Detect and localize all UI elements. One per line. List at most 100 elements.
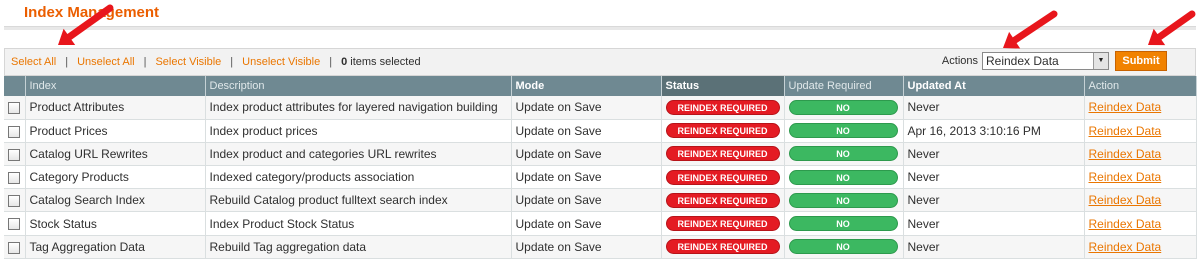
cell-update-required: NO [784,119,904,143]
unselect-all-link[interactable]: Unselect All [77,56,134,68]
cell-index: Product Prices [25,119,206,143]
cell-updated-at: Never [903,165,1085,190]
cell-mode: Update on Save [511,188,662,213]
cell-update-required: NO [784,165,904,190]
cell-checkbox [4,165,26,190]
cell-index: Product Attributes [29,100,125,115]
cell-description: Rebuild Tag aggregation data [205,235,512,259]
cell-description: Indexed category/products association [205,165,512,190]
cell-status: REINDEX REQUIRED [661,165,785,190]
status-badge: REINDEX REQUIRED [665,192,780,208]
selected-count: 0 items selected [341,56,421,68]
select-visible-link[interactable]: Select Visible [155,56,221,68]
cell-mode: Update on Save [515,170,602,185]
cell-index: Tag Aggregation Data [29,239,145,254]
cell-updated-at: Never [907,193,940,208]
actions-select-value: Reindex Data [986,54,1059,68]
status-badge: REINDEX REQUIRED [665,239,780,255]
table-row[interactable]: Product Prices Index product prices Update… [4,119,1197,143]
cell-index: Product Attributes [25,96,206,120]
cell-action: Reindex Data [1084,211,1197,236]
cell-index: Catalog Search Index [25,188,206,213]
cell-mode: Update on Save [515,146,602,161]
unselect-visible-link[interactable]: Unselect Visible [242,56,320,68]
cell-updated-at: Never [903,188,1085,213]
actions-select[interactable]: Reindex Data ▼ [982,52,1109,70]
cell-updated-at: Never [903,211,1085,236]
separator: | [329,56,333,68]
cell-description: Index product prices [209,123,318,138]
status-badge: REINDEX REQUIRED [665,99,780,115]
reindex-data-link[interactable]: Reindex Data [1089,124,1162,138]
row-checkbox[interactable] [8,241,20,254]
status-badge: REINDEX REQUIRED [665,146,780,162]
chevron-down-icon[interactable]: ▼ [1093,53,1108,69]
cell-mode: Update on Save [511,96,662,120]
status-badge: REINDEX REQUIRED [665,123,780,139]
select-all-link[interactable]: Select All [11,56,56,68]
cell-checkbox [4,142,26,167]
status-badge: REINDEX REQUIRED [665,169,780,185]
cell-action: Reindex Data [1084,165,1197,190]
reindex-data-link[interactable]: Reindex Data [1089,240,1162,254]
row-checkbox[interactable] [8,102,20,115]
table-row[interactable]: Stock Status Index Product Stock Status Up… [4,211,1197,236]
cell-status: REINDEX REQUIRED [661,119,785,143]
update-required-badge: NO [788,146,898,162]
cell-status: REINDEX REQUIRED [661,142,785,167]
status-badge: REINDEX REQUIRED [665,216,780,232]
cell-update-required: NO [784,235,904,259]
cell-index: Category Products [25,165,206,190]
table-row[interactable]: Catalog URL Rewrites Index product and ca… [4,142,1197,167]
title-divider [4,26,1196,30]
cell-mode: Update on Save [515,216,602,231]
table-row[interactable]: Product Attributes Index product attribut… [4,96,1197,120]
cell-updated-at: Never [903,235,1085,259]
grid-body: Product Attributes Index product attribut… [4,96,1197,259]
cell-checkbox [4,96,26,120]
reindex-data-link[interactable]: Reindex Data [1089,193,1162,207]
cell-updated-at: Apr 16, 2013 3:10:16 PM [907,123,1041,138]
cell-update-required: NO [784,96,904,120]
submit-button[interactable]: Submit [1115,51,1167,71]
header-update-required[interactable]: Update Required [784,76,904,96]
massaction-bar: Select All | Unselect All | Select Visib… [4,48,1196,76]
reindex-data-link[interactable]: Reindex Data [1089,147,1162,161]
row-checkbox[interactable] [8,218,20,231]
row-checkbox[interactable] [8,125,20,138]
separator: | [65,56,69,68]
table-row[interactable]: Catalog Search Index Rebuild Catalog prod… [4,188,1197,213]
header-description[interactable]: Description [205,76,512,96]
header-index[interactable]: Index [25,76,206,96]
cell-status: REINDEX REQUIRED [661,188,785,213]
reindex-data-link[interactable]: Reindex Data [1089,100,1162,114]
cell-mode: Update on Save [511,211,662,236]
cell-description: Rebuild Catalog product fulltext search … [205,188,512,213]
cell-checkbox [4,119,26,143]
row-checkbox[interactable] [8,148,20,161]
cell-updated-at: Never [907,146,940,161]
cell-status: REINDEX REQUIRED [661,211,785,236]
actions-label: Actions [941,55,978,67]
cell-description: Index product and categories URL rewrite… [205,142,512,167]
cell-update-required: NO [784,142,904,167]
table-row[interactable]: Category Products Indexed category/produc… [4,165,1197,190]
update-required-badge: NO [788,216,898,232]
cell-mode: Update on Save [515,239,602,254]
header-status[interactable]: Status [661,76,785,96]
index-grid: Index Description Mode Status Update Req… [4,76,1197,259]
header-updated-at[interactable]: Updated At [903,76,1085,96]
reindex-data-link[interactable]: Reindex Data [1089,217,1162,231]
cell-description: Rebuild Tag aggregation data [209,239,367,254]
row-checkbox[interactable] [8,171,20,184]
cell-mode: Update on Save [515,123,602,138]
reindex-data-link[interactable]: Reindex Data [1089,170,1162,184]
update-required-badge: NO [788,239,898,255]
cell-checkbox [4,211,26,236]
row-checkbox[interactable] [8,195,20,208]
table-row[interactable]: Tag Aggregation Data Rebuild Tag aggregat… [4,235,1197,259]
cell-status: REINDEX REQUIRED [661,96,785,120]
header-mode[interactable]: Mode [511,76,662,96]
cell-index: Catalog URL Rewrites [29,146,148,161]
update-required-badge: NO [788,169,898,185]
